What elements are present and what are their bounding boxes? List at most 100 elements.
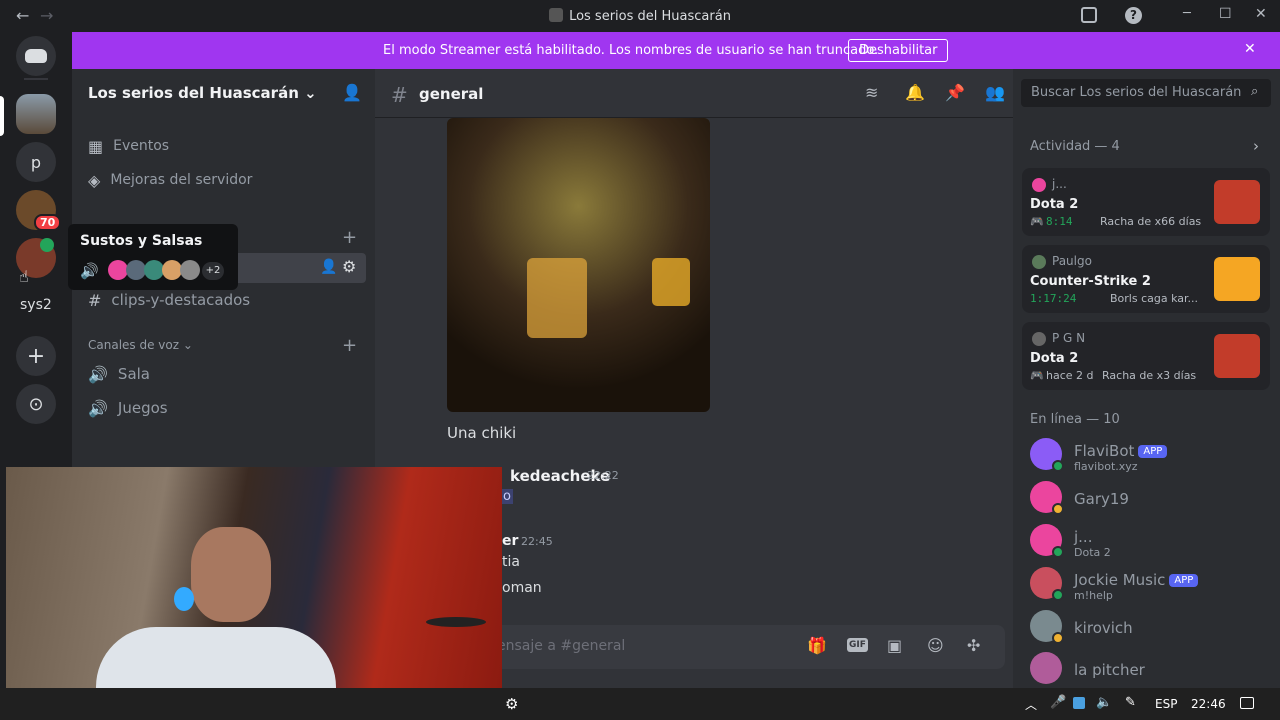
- member-list-icon[interactable]: 👥: [985, 83, 1005, 102]
- disable-streamer-button[interactable]: Deshabilitar: [848, 39, 949, 62]
- message-image[interactable]: [447, 118, 710, 412]
- drink-glass: [652, 258, 690, 306]
- member-name-text: FlaviBot: [1074, 442, 1135, 460]
- settings-gear-icon[interactable]: ⚙: [342, 257, 356, 276]
- activity-card[interactable]: P G N Dota 2 🎮 hace 2 d Racha de x3 días: [1022, 322, 1270, 390]
- tooltip-title: Sustos y Salsas: [80, 233, 203, 249]
- language-indicator[interactable]: ESP: [1155, 697, 1177, 711]
- notifications-icon[interactable]: [1240, 697, 1254, 709]
- member-item[interactable]: Gary19: [1030, 481, 1270, 521]
- bell-icon[interactable]: 🔔: [905, 83, 925, 102]
- cs2-game-icon: [1214, 257, 1260, 301]
- sidebar-item-label: Mejoras del servidor: [110, 172, 253, 188]
- avatar: [1032, 178, 1046, 192]
- server-tooltip: Sustos y Salsas 🔊 +2: [68, 224, 238, 290]
- chevron-down-icon: ⌄: [304, 84, 317, 102]
- app-tray-icon[interactable]: [1073, 697, 1085, 709]
- boost-icon: ◈: [88, 170, 101, 190]
- member-item[interactable]: FlaviBot APP flavibot.xyz: [1030, 438, 1270, 478]
- mic-icon[interactable]: 🎤: [1050, 695, 1066, 710]
- voice-header-text: Canales de voz: [88, 338, 180, 352]
- invite-member-icon[interactable]: 👤: [320, 259, 337, 275]
- speaker-icon: 🔊: [80, 262, 99, 280]
- avatar: [1032, 332, 1046, 346]
- speaker-icon: 🔊: [88, 398, 108, 418]
- maximize-button[interactable]: ☐: [1219, 6, 1232, 22]
- activity-time: 8:14: [1046, 215, 1073, 228]
- streamer-mode-banner: El modo Streamer está habilitado. Los no…: [72, 32, 1280, 69]
- pen-icon[interactable]: ✎: [1125, 695, 1136, 710]
- message-author[interactable]: er: [502, 533, 518, 549]
- message-timestamp: 22:45: [521, 535, 553, 548]
- close-window-button[interactable]: ✕: [1255, 6, 1267, 22]
- volume-icon[interactable]: 🔈: [1096, 695, 1112, 710]
- cursor-icon: ☝: [19, 267, 29, 286]
- emoji-icon[interactable]: ☺: [927, 636, 944, 655]
- activity-card[interactable]: Paulgo Counter-Strike 2 1:17:24 Borls ca…: [1022, 245, 1270, 313]
- threads-icon[interactable]: ≋: [865, 83, 878, 102]
- explore-icon[interactable]: ⊙: [16, 384, 56, 424]
- add-server-icon[interactable]: +: [16, 336, 56, 376]
- folder-label[interactable]: sys2: [20, 297, 52, 313]
- channel-label: Sala: [117, 365, 150, 383]
- invite-icon[interactable]: 👤: [342, 83, 362, 102]
- channel-label: clips-y-destacados: [111, 291, 251, 309]
- member-item[interactable]: kirovich: [1030, 610, 1270, 650]
- sidebar-item-mejoras[interactable]: ◈ Mejoras del servidor: [88, 164, 252, 196]
- mention-badge: 70: [34, 214, 62, 231]
- clock[interactable]: 22:46: [1191, 697, 1226, 711]
- voice-channel-sala[interactable]: 🔊 Sala: [88, 358, 150, 390]
- gif-icon[interactable]: GIF: [847, 638, 868, 652]
- chevron-right-icon[interactable]: ›: [1253, 137, 1259, 155]
- server-name[interactable]: Los serios del Huascarán ⌄: [88, 84, 317, 102]
- member-item[interactable]: j... Dota 2: [1030, 524, 1270, 564]
- member-item[interactable]: la pitcher: [1030, 652, 1270, 686]
- close-banner-icon[interactable]: ✕: [1244, 41, 1256, 57]
- voice-active-icon: [40, 238, 54, 252]
- status-dot: [1052, 632, 1064, 644]
- sticker-icon[interactable]: ▣: [887, 636, 902, 655]
- headphone-light: [174, 587, 194, 611]
- member-name: kirovich: [1074, 619, 1133, 637]
- add-channel-icon[interactable]: +: [342, 227, 357, 248]
- server-icon-p[interactable]: p: [16, 142, 56, 182]
- more-users-count: +2: [202, 262, 224, 280]
- status-dot: [1052, 589, 1064, 601]
- inbox-icon[interactable]: [1081, 7, 1097, 23]
- apps-icon[interactable]: ✣: [967, 636, 980, 655]
- member-name-text: Jockie Music: [1074, 571, 1166, 589]
- discord-home-icon[interactable]: [16, 36, 56, 76]
- help-icon[interactable]: ?: [1125, 7, 1142, 24]
- server-icon-huascaran[interactable]: [16, 94, 56, 134]
- webcam-overlay: [6, 467, 502, 720]
- dota-game-icon: [1214, 180, 1260, 224]
- voice-channel-juegos[interactable]: 🔊 Juegos: [88, 392, 168, 424]
- activity-extra: Racha de x66 días: [1100, 215, 1202, 228]
- mention-fragment[interactable]: o: [501, 489, 513, 504]
- search-input[interactable]: Buscar Los serios del Huascarán ⌕: [1021, 79, 1271, 107]
- table-top: [426, 617, 486, 627]
- server-name-text: Los serios del Huascarán: [88, 84, 299, 102]
- chevron-up-icon[interactable]: ︿: [1025, 696, 1037, 713]
- window-title: Los serios del Huascarán: [569, 9, 731, 24]
- settings-gear-icon[interactable]: ⚙: [505, 695, 518, 713]
- avatar: [126, 260, 146, 280]
- sidebar-item-eventos[interactable]: ▦ Eventos: [88, 130, 169, 162]
- message-placeholder: ensaje a #general: [497, 638, 626, 654]
- activity-card[interactable]: j... Dota 2 🎮 8:14 Racha de x66 días: [1022, 168, 1270, 236]
- voice-category-header[interactable]: Canales de voz ⌄: [88, 338, 193, 352]
- minimize-button[interactable]: ─: [1183, 6, 1191, 21]
- status-dot: [1052, 460, 1064, 472]
- title-bar: ← → Los serios del Huascarán ? ─ ☐ ✕: [0, 0, 1280, 32]
- member-item[interactable]: Jockie Music APP m!help: [1030, 567, 1270, 607]
- activity-time: hace 2 d: [1046, 369, 1094, 382]
- activity-header: Actividad — 4: [1030, 139, 1120, 154]
- avatar: [144, 260, 164, 280]
- gift-icon[interactable]: 🎁: [807, 636, 827, 655]
- search-icon[interactable]: ⌕: [1251, 84, 1258, 99]
- pin-icon[interactable]: 📌: [945, 83, 965, 102]
- add-voice-channel-icon[interactable]: +: [342, 335, 357, 356]
- member-name: FlaviBot APP: [1074, 442, 1168, 460]
- person-head: [191, 527, 271, 622]
- rail-divider: [24, 78, 48, 80]
